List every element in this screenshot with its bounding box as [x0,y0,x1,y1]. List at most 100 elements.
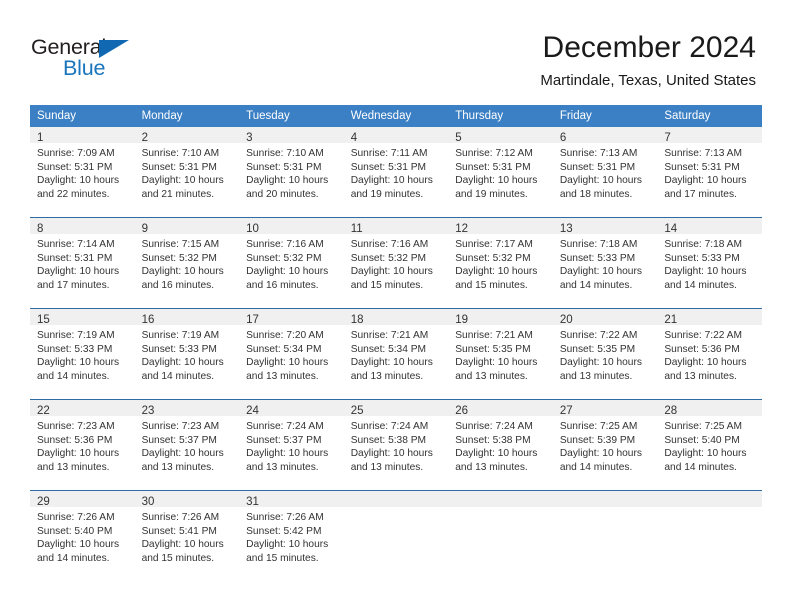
calendar-day-cell[interactable]: 10 Sunrise: 7:16 AM Sunset: 5:32 PM Dayligh… [239,217,344,309]
day-number: 2 [134,127,240,144]
sunset-time: Sunset: 5:40 PM [664,434,740,446]
calendar-day-cell[interactable]: 7 Sunrise: 7:13 AM Sunset: 5:31 PM Daylight… [657,127,762,218]
calendar-day-cell[interactable]: 8 Sunrise: 7:14 AM Sunset: 5:31 PM Daylight… [30,217,135,309]
sunset-time: Sunset: 5:32 PM [350,252,427,264]
daylight-duration-line1: Daylight: 10 hours [141,448,224,460]
calendar-day-cell[interactable]: 14 Sunrise: 7:18 AM Sunset: 5:33 PM Dayligh… [657,217,762,309]
daylight-duration-line2: and 21 minutes. [141,188,215,200]
calendar-day-cell[interactable]: 30 Sunrise: 7:26 AM Sunset: 5:41 PM Dayligh… [134,490,240,581]
day-number: 3 [239,127,344,144]
calendar-day-cell[interactable]: 25 Sunrise: 7:24 AM Sunset: 5:38 PM Dayligh… [343,399,449,491]
sunrise-time: Sunrise: 7:13 AM [664,148,742,159]
sunset-time: Sunset: 5:32 PM [246,252,322,264]
calendar-day-cell[interactable]: 16 Sunrise: 7:19 AM Sunset: 5:33 PM Dayligh… [134,308,240,400]
sunset-time: Sunset: 5:31 PM [141,161,217,173]
day-details: Sunrise: 7:25 AM Sunset: 5:40 PM Daylight:… [657,416,762,474]
daylight-duration-line2: and 13 minutes. [246,370,319,382]
calendar-day-cell[interactable]: 27 Sunrise: 7:25 AM Sunset: 5:39 PM Dayligh… [552,399,658,491]
calendar-day-cell[interactable]: 12 Sunrise: 7:17 AM Sunset: 5:32 PM Dayligh… [448,217,553,309]
calendar-day-cell[interactable]: 5 Sunrise: 7:12 AM Sunset: 5:31 PM Daylight… [448,127,553,218]
calendar-body: 1 Sunrise: 7:09 AM Sunset: 5:31 PM Daylight… [30,127,762,581]
daylight-duration-line1: Daylight: 10 hours [664,357,747,369]
daylight-duration-line1: Daylight: 10 hours [246,539,329,551]
daylight-duration-line2: and 13 minutes. [664,370,737,382]
day-details: Sunrise: 7:22 AM Sunset: 5:35 PM Daylight:… [553,325,658,383]
calendar-day-cell[interactable]: 11 Sunrise: 7:16 AM Sunset: 5:32 PM Dayligh… [343,217,449,309]
calendar-week-row: 8 Sunrise: 7:14 AM Sunset: 5:31 PM Daylight… [30,217,762,309]
sunrise-time: Sunrise: 7:12 AM [455,148,533,159]
calendar-day-cell[interactable]: 19 Sunrise: 7:21 AM Sunset: 5:35 PM Dayligh… [448,308,553,400]
sunrise-time: Sunrise: 7:26 AM [246,512,324,523]
day-details: Sunrise: 7:10 AM Sunset: 5:31 PM Daylight:… [135,143,240,201]
sunrise-time: Sunrise: 7:21 AM [350,330,429,341]
daylight-duration-line2: and 14 minutes. [559,279,633,291]
daylight-duration-line1: Daylight: 10 hours [246,357,329,369]
daylight-duration-line2: and 17 minutes. [37,279,110,291]
daylight-duration-line1: Daylight: 10 hours [455,175,538,187]
calendar-day-cell[interactable]: 20 Sunrise: 7:22 AM Sunset: 5:35 PM Dayligh… [552,308,658,400]
daylight-duration-line1: Daylight: 10 hours [559,175,642,187]
day-details: Sunrise: 7:13 AM Sunset: 5:31 PM Daylight:… [657,143,762,201]
sunset-time: Sunset: 5:31 PM [350,161,427,173]
calendar-day-cell[interactable]: 1 Sunrise: 7:09 AM Sunset: 5:31 PM Daylight… [30,127,135,218]
calendar-day-cell[interactable]: 9 Sunrise: 7:15 AM Sunset: 5:32 PM Daylight… [134,217,240,309]
daylight-duration-line1: Daylight: 10 hours [37,175,120,187]
day-number: 12 [448,218,553,235]
day-number: 16 [134,309,240,326]
daylight-duration-line2: and 20 minutes. [246,188,319,200]
calendar-day-cell[interactable]: 26 Sunrise: 7:24 AM Sunset: 5:38 PM Dayligh… [448,399,553,491]
calendar-day-cell[interactable]: 29 Sunrise: 7:26 AM Sunset: 5:40 PM Dayligh… [30,490,135,581]
calendar-day-cell[interactable]: 13 Sunrise: 7:18 AM Sunset: 5:33 PM Dayligh… [552,217,658,309]
calendar-day-cell[interactable]: 23 Sunrise: 7:23 AM Sunset: 5:37 PM Dayligh… [134,399,240,491]
day-number: 1 [30,127,135,144]
day-details: Sunrise: 7:16 AM Sunset: 5:32 PM Daylight:… [344,234,449,292]
page-subtitle: Martindale, Texas, United States [540,72,756,89]
daylight-duration-line1: Daylight: 10 hours [664,448,747,460]
sunrise-time: Sunrise: 7:15 AM [141,239,220,250]
daylight-duration-line1: Daylight: 10 hours [246,175,329,187]
calendar-day-cell[interactable]: 31 Sunrise: 7:26 AM Sunset: 5:42 PM Dayligh… [239,490,344,581]
daylight-duration-line1: Daylight: 10 hours [350,357,433,369]
calendar-day-cell[interactable]: 4 Sunrise: 7:11 AM Sunset: 5:31 PM Daylight… [343,127,449,218]
sunset-time: Sunset: 5:31 PM [559,161,636,173]
daylight-duration-line1: Daylight: 10 hours [37,266,120,278]
daylight-duration-line2: and 18 minutes. [559,188,633,200]
daylight-duration-line1: Daylight: 10 hours [141,266,224,278]
calendar-day-cell[interactable]: 24 Sunrise: 7:24 AM Sunset: 5:37 PM Dayligh… [239,399,344,491]
day-number: 4 [343,127,449,144]
calendar-day-cell[interactable]: 18 Sunrise: 7:21 AM Sunset: 5:34 PM Dayligh… [343,308,449,400]
sunrise-time: Sunrise: 7:26 AM [37,512,115,523]
day-details: Sunrise: 7:11 AM Sunset: 5:31 PM Daylight:… [344,143,449,201]
day-number: 21 [657,309,762,326]
calendar-day-cell[interactable]: 17 Sunrise: 7:20 AM Sunset: 5:34 PM Dayligh… [239,308,344,400]
daylight-duration-line1: Daylight: 10 hours [664,175,747,187]
sunrise-time: Sunrise: 7:24 AM [455,421,533,432]
sunset-time: Sunset: 5:32 PM [141,252,217,264]
day-number: 26 [448,400,553,417]
daylight-duration-line1: Daylight: 10 hours [559,266,642,278]
day-details: Sunrise: 7:21 AM Sunset: 5:35 PM Daylight:… [448,325,553,383]
daylight-duration-line2: and 14 minutes. [37,370,110,382]
calendar-day-cell[interactable]: 6 Sunrise: 7:13 AM Sunset: 5:31 PM Daylight… [552,127,658,218]
sunset-time: Sunset: 5:31 PM [37,252,113,264]
daylight-duration-line2: and 15 minutes. [141,552,215,564]
calendar-day-cell-empty [343,490,449,581]
calendar-day-cell[interactable]: 28 Sunrise: 7:25 AM Sunset: 5:40 PM Dayligh… [657,399,762,491]
calendar-day-cell[interactable]: 22 Sunrise: 7:23 AM Sunset: 5:36 PM Dayligh… [30,399,135,491]
calendar-day-cell[interactable]: 21 Sunrise: 7:22 AM Sunset: 5:36 PM Dayligh… [657,308,762,400]
calendar-day-cell[interactable]: 2 Sunrise: 7:10 AM Sunset: 5:31 PM Daylight… [134,127,240,218]
day-number: 30 [134,491,240,508]
sunset-time: Sunset: 5:39 PM [559,434,636,446]
day-number [343,491,449,507]
sunset-time: Sunset: 5:35 PM [559,343,636,355]
calendar-day-cell[interactable]: 3 Sunrise: 7:10 AM Sunset: 5:31 PM Daylight… [239,127,344,218]
day-details: Sunrise: 7:13 AM Sunset: 5:31 PM Daylight:… [553,143,658,201]
day-number: 19 [448,309,553,326]
calendar-day-cell-empty [657,490,762,581]
day-details: Sunrise: 7:20 AM Sunset: 5:34 PM Daylight:… [239,325,344,383]
sunrise-time: Sunrise: 7:16 AM [246,239,324,250]
daylight-duration-line2: and 13 minutes. [246,461,319,473]
calendar-day-cell[interactable]: 15 Sunrise: 7:19 AM Sunset: 5:33 PM Dayligh… [30,308,135,400]
sunset-time: Sunset: 5:42 PM [246,525,322,537]
daylight-duration-line2: and 14 minutes. [37,552,110,564]
